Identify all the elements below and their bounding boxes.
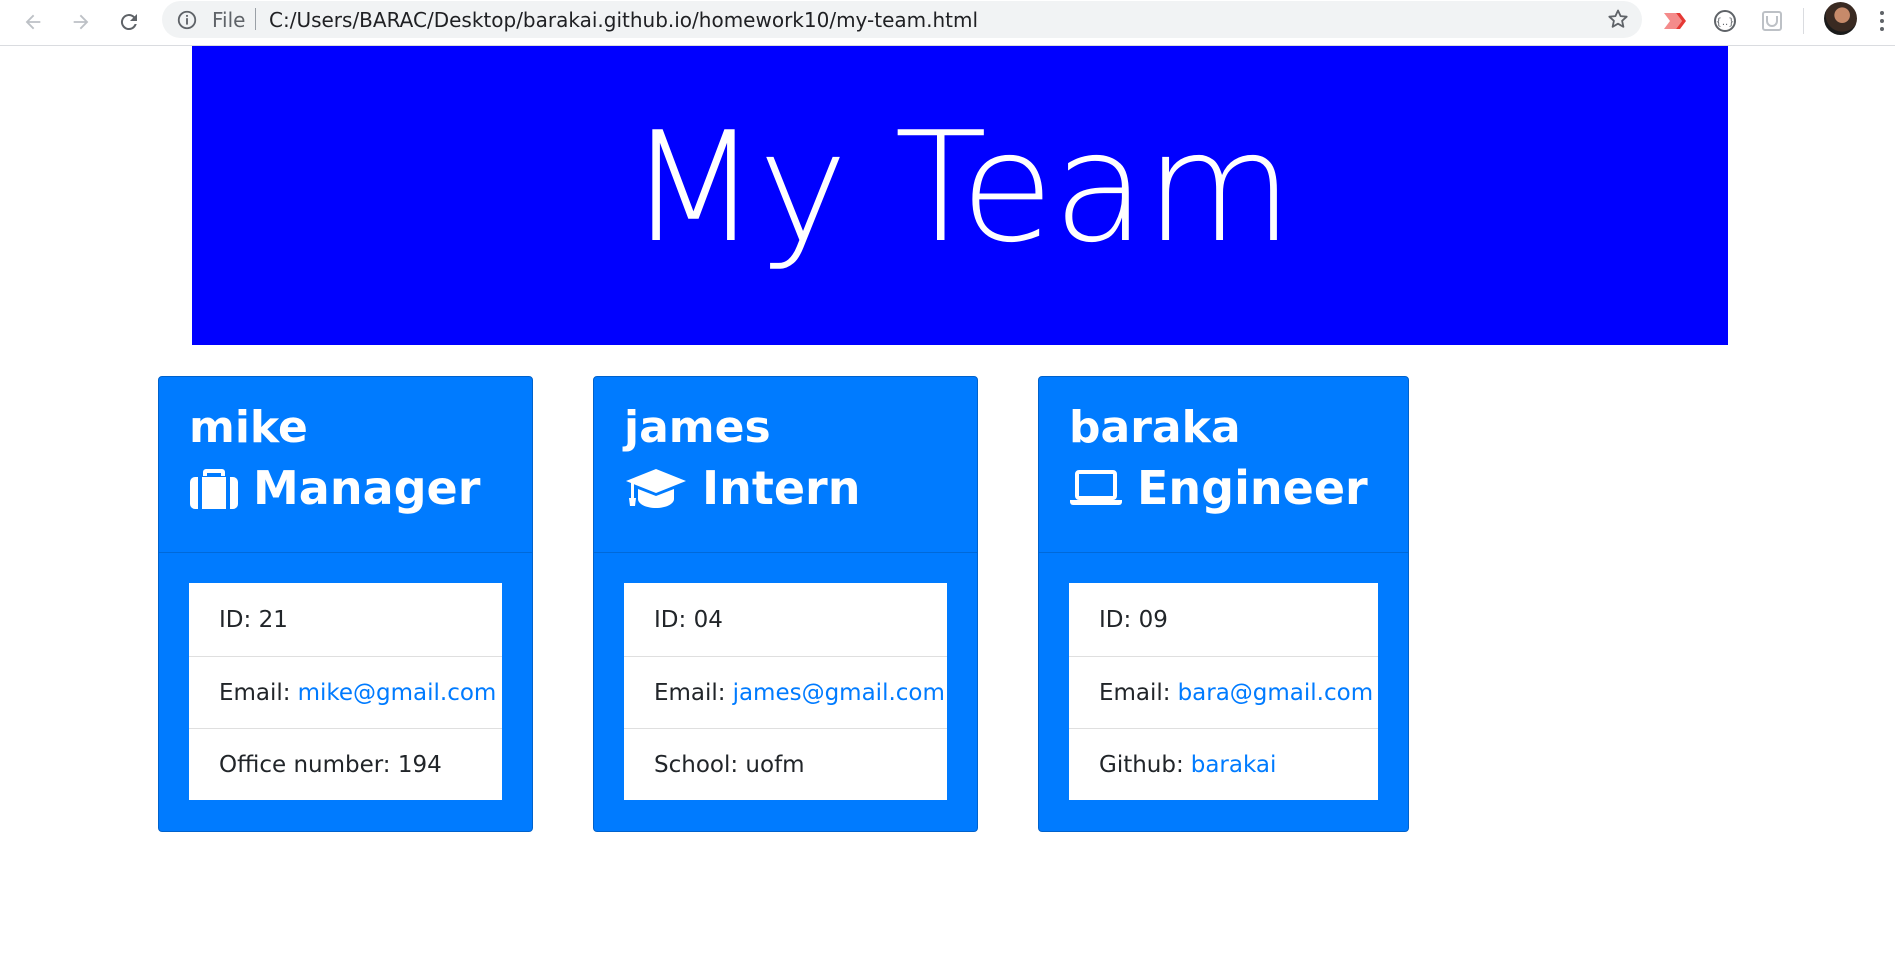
browser-menu-icon[interactable] xyxy=(1872,6,1892,36)
card-header: baraka Engineer xyxy=(1039,377,1408,553)
office-label: Office number: xyxy=(219,751,391,778)
details-list: ID: 04 Email: james@gmail.com School: uof… xyxy=(624,583,947,800)
list-item-id: ID: 21 xyxy=(189,583,502,656)
url-text[interactable]: C:/Users/BARAC/Desktop/barakai.github.io… xyxy=(269,8,978,32)
profile-avatar[interactable] xyxy=(1824,2,1857,35)
email-label: Email: xyxy=(1099,679,1171,706)
list-item-office: Office number: 194 xyxy=(189,728,502,800)
list-item-id: ID: 09 xyxy=(1069,583,1378,656)
employee-name: baraka xyxy=(1069,402,1241,453)
address-separator xyxy=(255,8,256,30)
email-link[interactable]: bara@gmail.com xyxy=(1178,680,1374,706)
extension-code-icon[interactable]: {..} xyxy=(1710,6,1740,36)
employee-card-engineer: baraka Engineer ID: 09 Email: bara@gmail.… xyxy=(1038,376,1409,832)
role-label: Engineer xyxy=(1137,461,1368,516)
list-item-email: Email: bara@gmail.com xyxy=(1069,656,1378,728)
email-link[interactable]: mike@gmail.com xyxy=(298,680,497,706)
details-list: ID: 21 Email: mike@gmail.com Office numbe… xyxy=(189,583,502,800)
list-item-email: Email: james@gmail.com xyxy=(624,656,947,728)
toolbar-divider xyxy=(1803,8,1804,34)
address-bar[interactable]: File C:/Users/BARAC/Desktop/barakai.gith… xyxy=(162,1,1642,38)
id-value: 21 xyxy=(258,606,288,633)
extension-cast-icon[interactable] xyxy=(1660,6,1690,36)
svg-text:{..}: {..} xyxy=(1715,17,1734,28)
back-button[interactable] xyxy=(17,6,49,38)
details-list: ID: 09 Email: bara@gmail.com Github: barak… xyxy=(1069,583,1378,800)
card-body: ID: 21 Email: mike@gmail.com Office numbe… xyxy=(159,553,532,830)
card-header: james Intern xyxy=(594,377,977,553)
list-item-school: School: uofm xyxy=(624,728,947,800)
arrow-right-icon xyxy=(73,14,89,30)
info-icon[interactable] xyxy=(176,9,198,31)
page-header: My Team xyxy=(192,46,1728,345)
reload-button[interactable] xyxy=(113,6,145,38)
employee-role: Intern xyxy=(624,456,977,520)
github-label: Github: xyxy=(1099,751,1184,778)
employee-name: mike xyxy=(189,402,308,453)
role-label: Manager xyxy=(253,461,481,516)
page-title: My Team xyxy=(627,98,1293,276)
id-value: 04 xyxy=(693,606,723,633)
email-label: Email: xyxy=(219,679,291,706)
employee-name: james xyxy=(624,402,771,453)
browser-toolbar: File C:/Users/BARAC/Desktop/barakai.gith… xyxy=(0,0,1895,46)
list-item-id: ID: 04 xyxy=(624,583,947,656)
card-body: ID: 09 Email: bara@gmail.com Github: barak… xyxy=(1039,553,1408,830)
scheme-label: File xyxy=(212,8,246,32)
forward-button[interactable] xyxy=(65,6,97,38)
reload-icon xyxy=(120,14,137,31)
id-label: ID: xyxy=(1099,606,1132,633)
extension-box-icon[interactable] xyxy=(1757,6,1787,36)
email-link[interactable]: james@gmail.com xyxy=(733,680,945,706)
office-value: 194 xyxy=(397,751,442,778)
employee-card-manager: mike Manager ID: 21 Email: mike@gmail.com xyxy=(158,376,533,832)
list-item-github: Github: barakai xyxy=(1069,728,1378,800)
arrow-left-icon xyxy=(25,14,41,30)
bookmark-star-icon[interactable] xyxy=(1606,7,1630,31)
card-body: ID: 04 Email: james@gmail.com School: uof… xyxy=(594,553,977,830)
employee-card-intern: james Intern ID: 04 Email: james@gmail.co… xyxy=(593,376,978,832)
github-link[interactable]: barakai xyxy=(1191,752,1277,778)
graduation-cap-icon xyxy=(624,465,688,511)
employee-role: Manager xyxy=(189,456,532,520)
school-value: uofm xyxy=(745,751,805,778)
employee-role: Engineer xyxy=(1069,456,1408,520)
id-label: ID: xyxy=(654,606,687,633)
email-label: Email: xyxy=(654,679,726,706)
list-item-email: Email: mike@gmail.com xyxy=(189,656,502,728)
id-value: 09 xyxy=(1138,606,1168,633)
card-header: mike Manager xyxy=(159,377,532,553)
laptop-icon xyxy=(1069,468,1123,508)
id-label: ID: xyxy=(219,606,252,633)
role-label: Intern xyxy=(702,461,861,516)
school-label: School: xyxy=(654,751,739,778)
briefcase-icon xyxy=(189,466,239,510)
